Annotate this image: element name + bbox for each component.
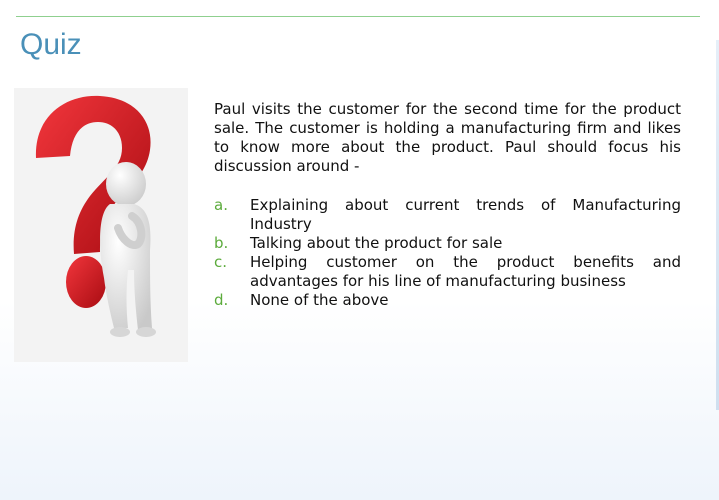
option-letter: a. — [214, 196, 228, 214]
question-text: Paul visits the customer for the second … — [214, 100, 681, 175]
option-text: Talking about the product for sale — [250, 234, 503, 252]
option-text: Helping customer on the product benefits… — [250, 253, 681, 290]
option-letter: b. — [214, 234, 229, 252]
option-text: Explaining about current trends of Manuf… — [250, 196, 681, 233]
option-b[interactable]: b. Talking about the product for sale — [214, 234, 681, 253]
page-title: Quiz — [20, 28, 82, 61]
question-mark-figure-icon — [14, 88, 188, 362]
question-mark-dot — [66, 256, 106, 308]
figure-head — [106, 162, 146, 206]
top-divider — [16, 16, 700, 17]
question-mark-figure-svg — [35, 95, 156, 337]
option-letter: c. — [214, 253, 228, 271]
figure-body — [100, 204, 152, 330]
option-letter: d. — [214, 291, 229, 309]
figure-foot-left — [110, 327, 130, 337]
option-c[interactable]: c. Helping customer on the product benef… — [214, 253, 681, 291]
figure-foot-right — [136, 327, 156, 337]
option-d[interactable]: d. None of the above — [214, 291, 681, 310]
option-a[interactable]: a. Explaining about current trends of Ma… — [214, 196, 681, 234]
answer-options: a. Explaining about current trends of Ma… — [214, 196, 681, 310]
option-text: None of the above — [250, 291, 389, 309]
